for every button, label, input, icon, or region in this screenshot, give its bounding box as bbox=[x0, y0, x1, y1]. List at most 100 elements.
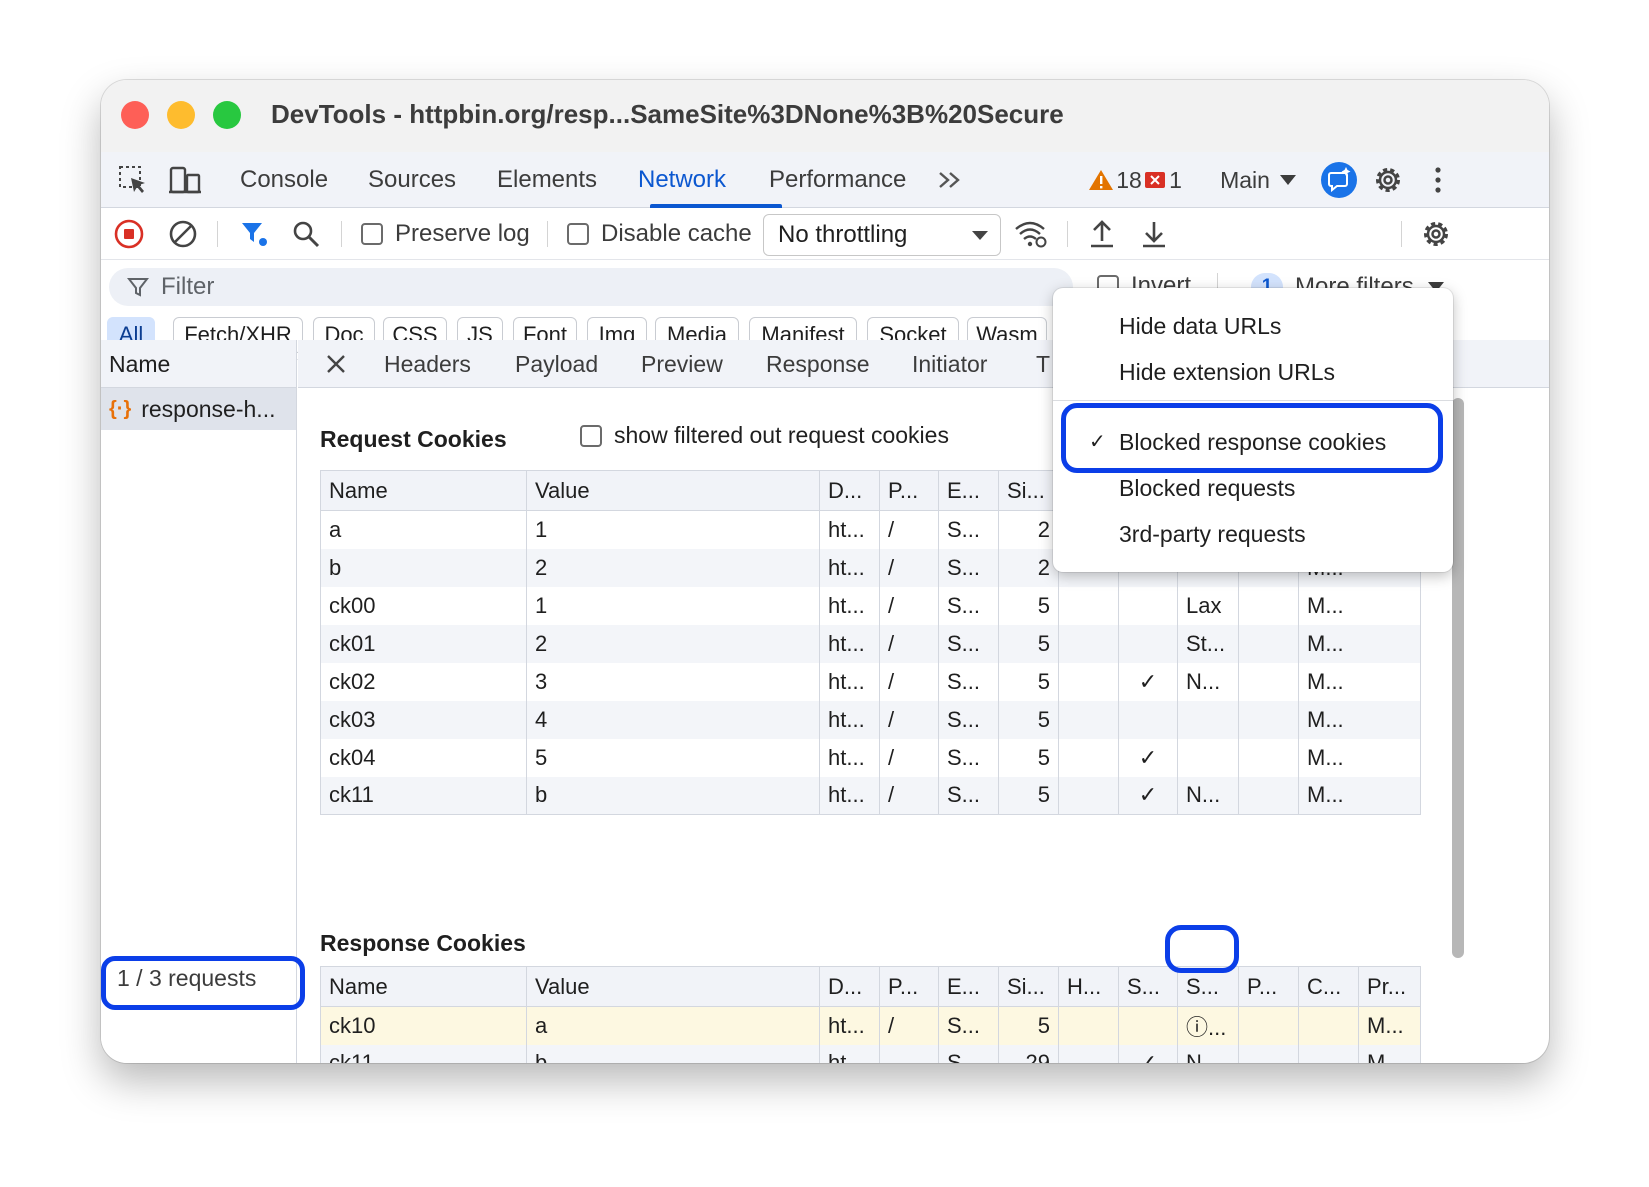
column-header[interactable]: E... bbox=[938, 470, 999, 511]
table-header-row: Name Value D... P... E... Si... H... S... S... P.… bbox=[320, 966, 1421, 1007]
search-icon[interactable] bbox=[289, 208, 323, 260]
show-filtered-checkbox-box[interactable] bbox=[580, 424, 602, 447]
table-cell bbox=[1238, 1044, 1299, 1063]
column-header[interactable]: S... bbox=[1118, 966, 1178, 1007]
preserve-log-checkbox[interactable]: Preserve log bbox=[361, 208, 530, 260]
download-icon[interactable] bbox=[1137, 208, 1171, 260]
warning-icon bbox=[1089, 170, 1114, 190]
cookie-row[interactable]: ck01 2 ht... / S... 5 St... M... bbox=[320, 624, 1421, 663]
column-header[interactable]: Value bbox=[526, 966, 820, 1007]
menu-item-third-party-requests[interactable]: 3rd-party requests bbox=[1053, 512, 1453, 556]
tab-console[interactable]: Console bbox=[240, 152, 328, 208]
table-cell bbox=[1177, 738, 1239, 777]
menu-item-hide-extension-urls[interactable]: Hide extension URLs bbox=[1053, 350, 1453, 394]
network-settings-gear-icon[interactable] bbox=[1417, 208, 1455, 260]
column-header[interactable]: Value bbox=[526, 470, 820, 511]
menu-item-blocked-response-cookies[interactable]: ✓ Blocked response cookies bbox=[1053, 420, 1453, 464]
column-header[interactable]: E... bbox=[938, 966, 999, 1007]
table-cell: ck03 bbox=[320, 700, 527, 739]
chevron-double-right-icon[interactable] bbox=[933, 152, 967, 208]
disable-cache-checkbox-box[interactable] bbox=[567, 223, 589, 245]
table-cell: S... bbox=[938, 586, 999, 625]
table-cell: ✓ bbox=[1118, 776, 1178, 815]
table-cell: ⓘ... bbox=[1177, 1006, 1239, 1045]
stop-recording-icon[interactable] bbox=[113, 208, 145, 260]
kebab-menu-icon[interactable] bbox=[1423, 152, 1453, 208]
column-header[interactable]: Name bbox=[320, 966, 527, 1007]
tab-network[interactable]: Network bbox=[638, 152, 726, 208]
cookie-row[interactable]: ck02 3 ht... / S... 5 ✓ N... M... bbox=[320, 662, 1421, 701]
cookie-row[interactable]: ck04 5 ht... / S... 5 ✓ M... bbox=[320, 738, 1421, 777]
vertical-scrollbar[interactable] bbox=[1452, 398, 1464, 958]
cookie-row[interactable]: ck10 a ht... / S... 5 ⓘ... M... bbox=[320, 1006, 1421, 1045]
network-conditions-icon[interactable] bbox=[1011, 208, 1051, 260]
column-header[interactable]: Si... bbox=[998, 470, 1059, 511]
close-detail-icon[interactable] bbox=[322, 340, 350, 388]
minimize-window-button[interactable] bbox=[167, 101, 195, 129]
column-header[interactable]: P... bbox=[879, 966, 939, 1007]
zoom-window-button[interactable] bbox=[213, 101, 241, 129]
upload-icon[interactable] bbox=[1085, 208, 1119, 260]
table-cell: / bbox=[879, 738, 939, 777]
tab-sources[interactable]: Sources bbox=[368, 152, 456, 208]
table-cell: ht... bbox=[819, 776, 880, 815]
disable-cache-checkbox[interactable]: Disable cache bbox=[567, 208, 752, 260]
tab-preview[interactable]: Preview bbox=[641, 340, 723, 388]
throttling-value: No throttling bbox=[778, 221, 908, 248]
table-cell: / bbox=[879, 662, 939, 701]
table-cell: ht... bbox=[819, 586, 880, 625]
tab-elements[interactable]: Elements bbox=[497, 152, 597, 208]
column-header[interactable]: D... bbox=[819, 966, 880, 1007]
filter-icon[interactable] bbox=[237, 208, 271, 260]
context-selector[interactable]: Main bbox=[1213, 152, 1303, 208]
table-cell: S... bbox=[938, 548, 999, 587]
gear-icon[interactable] bbox=[1367, 152, 1409, 208]
column-header[interactable]: S... bbox=[1177, 966, 1239, 1007]
menu-item-blocked-requests[interactable]: Blocked requests bbox=[1053, 466, 1453, 510]
errors-indicator[interactable]: 1 bbox=[1141, 152, 1185, 208]
preserve-log-checkbox-box[interactable] bbox=[361, 223, 383, 245]
column-header[interactable]: Name bbox=[320, 470, 527, 511]
filter-input[interactable]: Filter bbox=[109, 268, 1073, 306]
cookie-row[interactable]: ck00 1 ht... / S... 5 Lax M... bbox=[320, 586, 1421, 625]
table-cell: S... bbox=[938, 700, 999, 739]
tab-initiator[interactable]: Initiator bbox=[912, 340, 987, 388]
table-cell bbox=[1238, 776, 1299, 815]
request-list-header[interactable]: Name bbox=[101, 340, 296, 388]
clear-icon[interactable] bbox=[167, 208, 199, 260]
column-header[interactable]: C... bbox=[1298, 966, 1359, 1007]
column-header[interactable]: P... bbox=[1238, 966, 1299, 1007]
inspect-element-icon[interactable] bbox=[113, 152, 153, 208]
tab-timing[interactable]: T bbox=[1036, 340, 1050, 388]
table-cell: ck11 bbox=[320, 776, 527, 815]
column-header[interactable]: D... bbox=[819, 470, 880, 511]
ai-assistance-icon[interactable] bbox=[1317, 152, 1361, 208]
tab-response[interactable]: Response bbox=[766, 340, 870, 388]
disable-cache-label: Disable cache bbox=[601, 220, 752, 247]
column-header[interactable]: H... bbox=[1058, 966, 1119, 1007]
cookie-row[interactable]: ck11 b ht... / S... 5 ✓ N... M... bbox=[320, 776, 1421, 815]
column-header[interactable]: Si... bbox=[998, 966, 1059, 1007]
tab-payload[interactable]: Payload bbox=[515, 340, 598, 388]
table-cell: 3 bbox=[526, 662, 820, 701]
cookie-row[interactable]: ck11 b ht... S... 29 ✓ N... M... bbox=[320, 1044, 1421, 1063]
menu-item-hide-data-urls[interactable]: Hide data URLs bbox=[1053, 304, 1453, 348]
column-header[interactable]: P... bbox=[879, 470, 939, 511]
request-row[interactable]: {·} response-h... bbox=[101, 388, 296, 430]
device-toolbar-icon[interactable] bbox=[165, 152, 205, 208]
close-window-button[interactable] bbox=[121, 101, 149, 129]
table-cell: N... bbox=[1177, 662, 1239, 701]
cookie-row[interactable]: ck03 4 ht... / S... 5 M... bbox=[320, 700, 1421, 739]
tab-headers[interactable]: Headers bbox=[384, 340, 471, 388]
tab-performance[interactable]: Performance bbox=[769, 152, 906, 208]
throttling-select[interactable]: No throttling bbox=[763, 214, 1001, 256]
menu-item-label: Hide data URLs bbox=[1119, 313, 1282, 339]
more-filters-menu: Hide data URLs Hide extension URLs ✓ Blo… bbox=[1053, 288, 1453, 572]
column-header[interactable]: Pr... bbox=[1358, 966, 1421, 1007]
table-cell bbox=[1298, 1044, 1359, 1063]
table-cell: 4 bbox=[526, 700, 820, 739]
table-cell: S... bbox=[938, 510, 999, 549]
response-cookies-table: Name Value D... P... E... Si... H... S... S... P.… bbox=[320, 966, 1421, 1063]
table-cell: M... bbox=[1298, 738, 1421, 777]
show-filtered-cookies-checkbox[interactable]: show filtered out request cookies bbox=[580, 422, 949, 449]
